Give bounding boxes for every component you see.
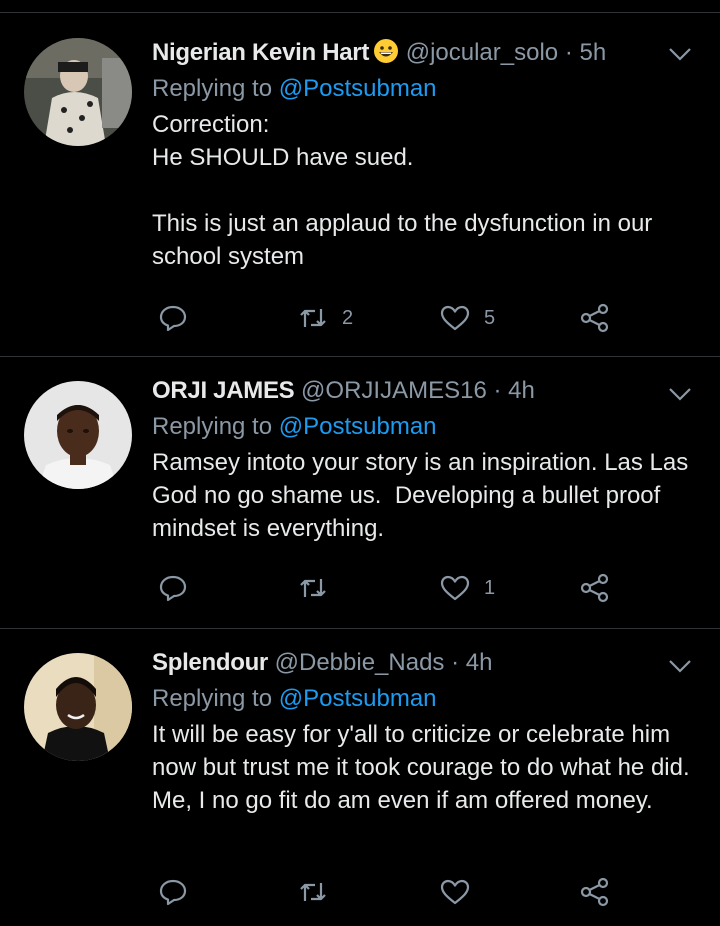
grinning-emoji-icon bbox=[374, 39, 399, 63]
like-icon bbox=[440, 575, 470, 601]
retweet-icon bbox=[300, 309, 326, 327]
reply-button[interactable] bbox=[156, 568, 190, 608]
display-name[interactable]: ORJI JAMES bbox=[152, 377, 295, 404]
timestamp[interactable]: 4h bbox=[508, 377, 535, 404]
share-icon bbox=[580, 303, 609, 333]
mention-link[interactable]: @Postsubman bbox=[279, 413, 437, 440]
tweet-text: Ramsey intoto your story is an inspirati… bbox=[152, 449, 695, 542]
chevron-down-icon[interactable] bbox=[666, 44, 694, 64]
avatar[interactable] bbox=[24, 653, 132, 761]
replying-to: Replying to @Postsubman bbox=[152, 684, 698, 714]
retweet-icon bbox=[300, 579, 326, 597]
user-handle[interactable]: @ORJIJAMES16 bbox=[301, 377, 487, 404]
like-button[interactable]: 1 bbox=[438, 568, 495, 608]
reply-button[interactable] bbox=[156, 298, 190, 338]
reply-icon bbox=[159, 879, 187, 906]
replying-to: Replying to @Postsubman bbox=[152, 74, 698, 104]
replying-to-label: Replying to bbox=[152, 685, 273, 712]
mention-link[interactable]: @Postsubman bbox=[279, 685, 437, 712]
like-button[interactable] bbox=[438, 872, 484, 912]
tweet-actions: 1 bbox=[152, 568, 632, 608]
mention-link[interactable]: @Postsubman bbox=[279, 75, 437, 102]
share-button[interactable] bbox=[578, 568, 612, 608]
share-icon bbox=[580, 877, 609, 907]
replying-to: Replying to @Postsubman bbox=[152, 412, 698, 442]
timestamp[interactable]: 5h bbox=[579, 39, 606, 66]
tweet-actions: 2 5 bbox=[152, 298, 632, 338]
avatar[interactable] bbox=[24, 38, 132, 146]
like-icon bbox=[440, 879, 470, 905]
tweet-header: ORJI JAMES @ORJIJAMES16 · 4h bbox=[152, 376, 698, 406]
tweet-divider bbox=[0, 356, 720, 357]
like-button[interactable]: 5 bbox=[438, 298, 495, 338]
user-handle[interactable]: @Debbie_Nads bbox=[275, 649, 445, 676]
like-count: 1 bbox=[484, 576, 496, 599]
retweet-button[interactable] bbox=[296, 568, 342, 608]
reply-icon bbox=[159, 305, 187, 332]
reply-button[interactable] bbox=[156, 872, 190, 912]
separator-dot: · bbox=[564, 39, 573, 66]
tweet-divider bbox=[0, 628, 720, 629]
share-button[interactable] bbox=[578, 298, 612, 338]
display-name[interactable]: Splendour bbox=[152, 649, 268, 676]
chevron-down-icon[interactable] bbox=[666, 384, 694, 404]
tweet-header: Splendour @Debbie_Nads · 4h bbox=[152, 648, 698, 678]
reply-icon bbox=[159, 575, 187, 602]
tweet-actions bbox=[152, 872, 632, 912]
user-handle[interactable]: @jocular_solo bbox=[406, 39, 558, 66]
replying-to-label: Replying to bbox=[152, 75, 273, 102]
display-name[interactable]: Nigerian Kevin Hart bbox=[152, 39, 369, 66]
separator-dot: · bbox=[451, 649, 460, 676]
tweet-text: It will be easy for y'all to criticize o… bbox=[152, 721, 697, 814]
retweet-icon bbox=[300, 883, 326, 901]
retweet-button[interactable]: 2 bbox=[296, 298, 353, 338]
share-button[interactable] bbox=[578, 872, 612, 912]
top-divider bbox=[0, 12, 720, 13]
retweet-count: 2 bbox=[342, 306, 354, 329]
like-icon bbox=[440, 305, 470, 331]
tweet-header: Nigerian Kevin Hart @jocular_solo · 5h bbox=[152, 38, 698, 68]
tweet-text: Correction: He SHOULD have sued. This is… bbox=[152, 111, 653, 270]
avatar[interactable] bbox=[24, 381, 132, 489]
replying-to-label: Replying to bbox=[152, 413, 273, 440]
retweet-button[interactable] bbox=[296, 872, 342, 912]
like-count: 5 bbox=[484, 306, 496, 329]
share-icon bbox=[580, 573, 609, 603]
separator-dot: · bbox=[493, 377, 502, 404]
chevron-down-icon[interactable] bbox=[666, 656, 694, 676]
timestamp[interactable]: 4h bbox=[466, 649, 493, 676]
